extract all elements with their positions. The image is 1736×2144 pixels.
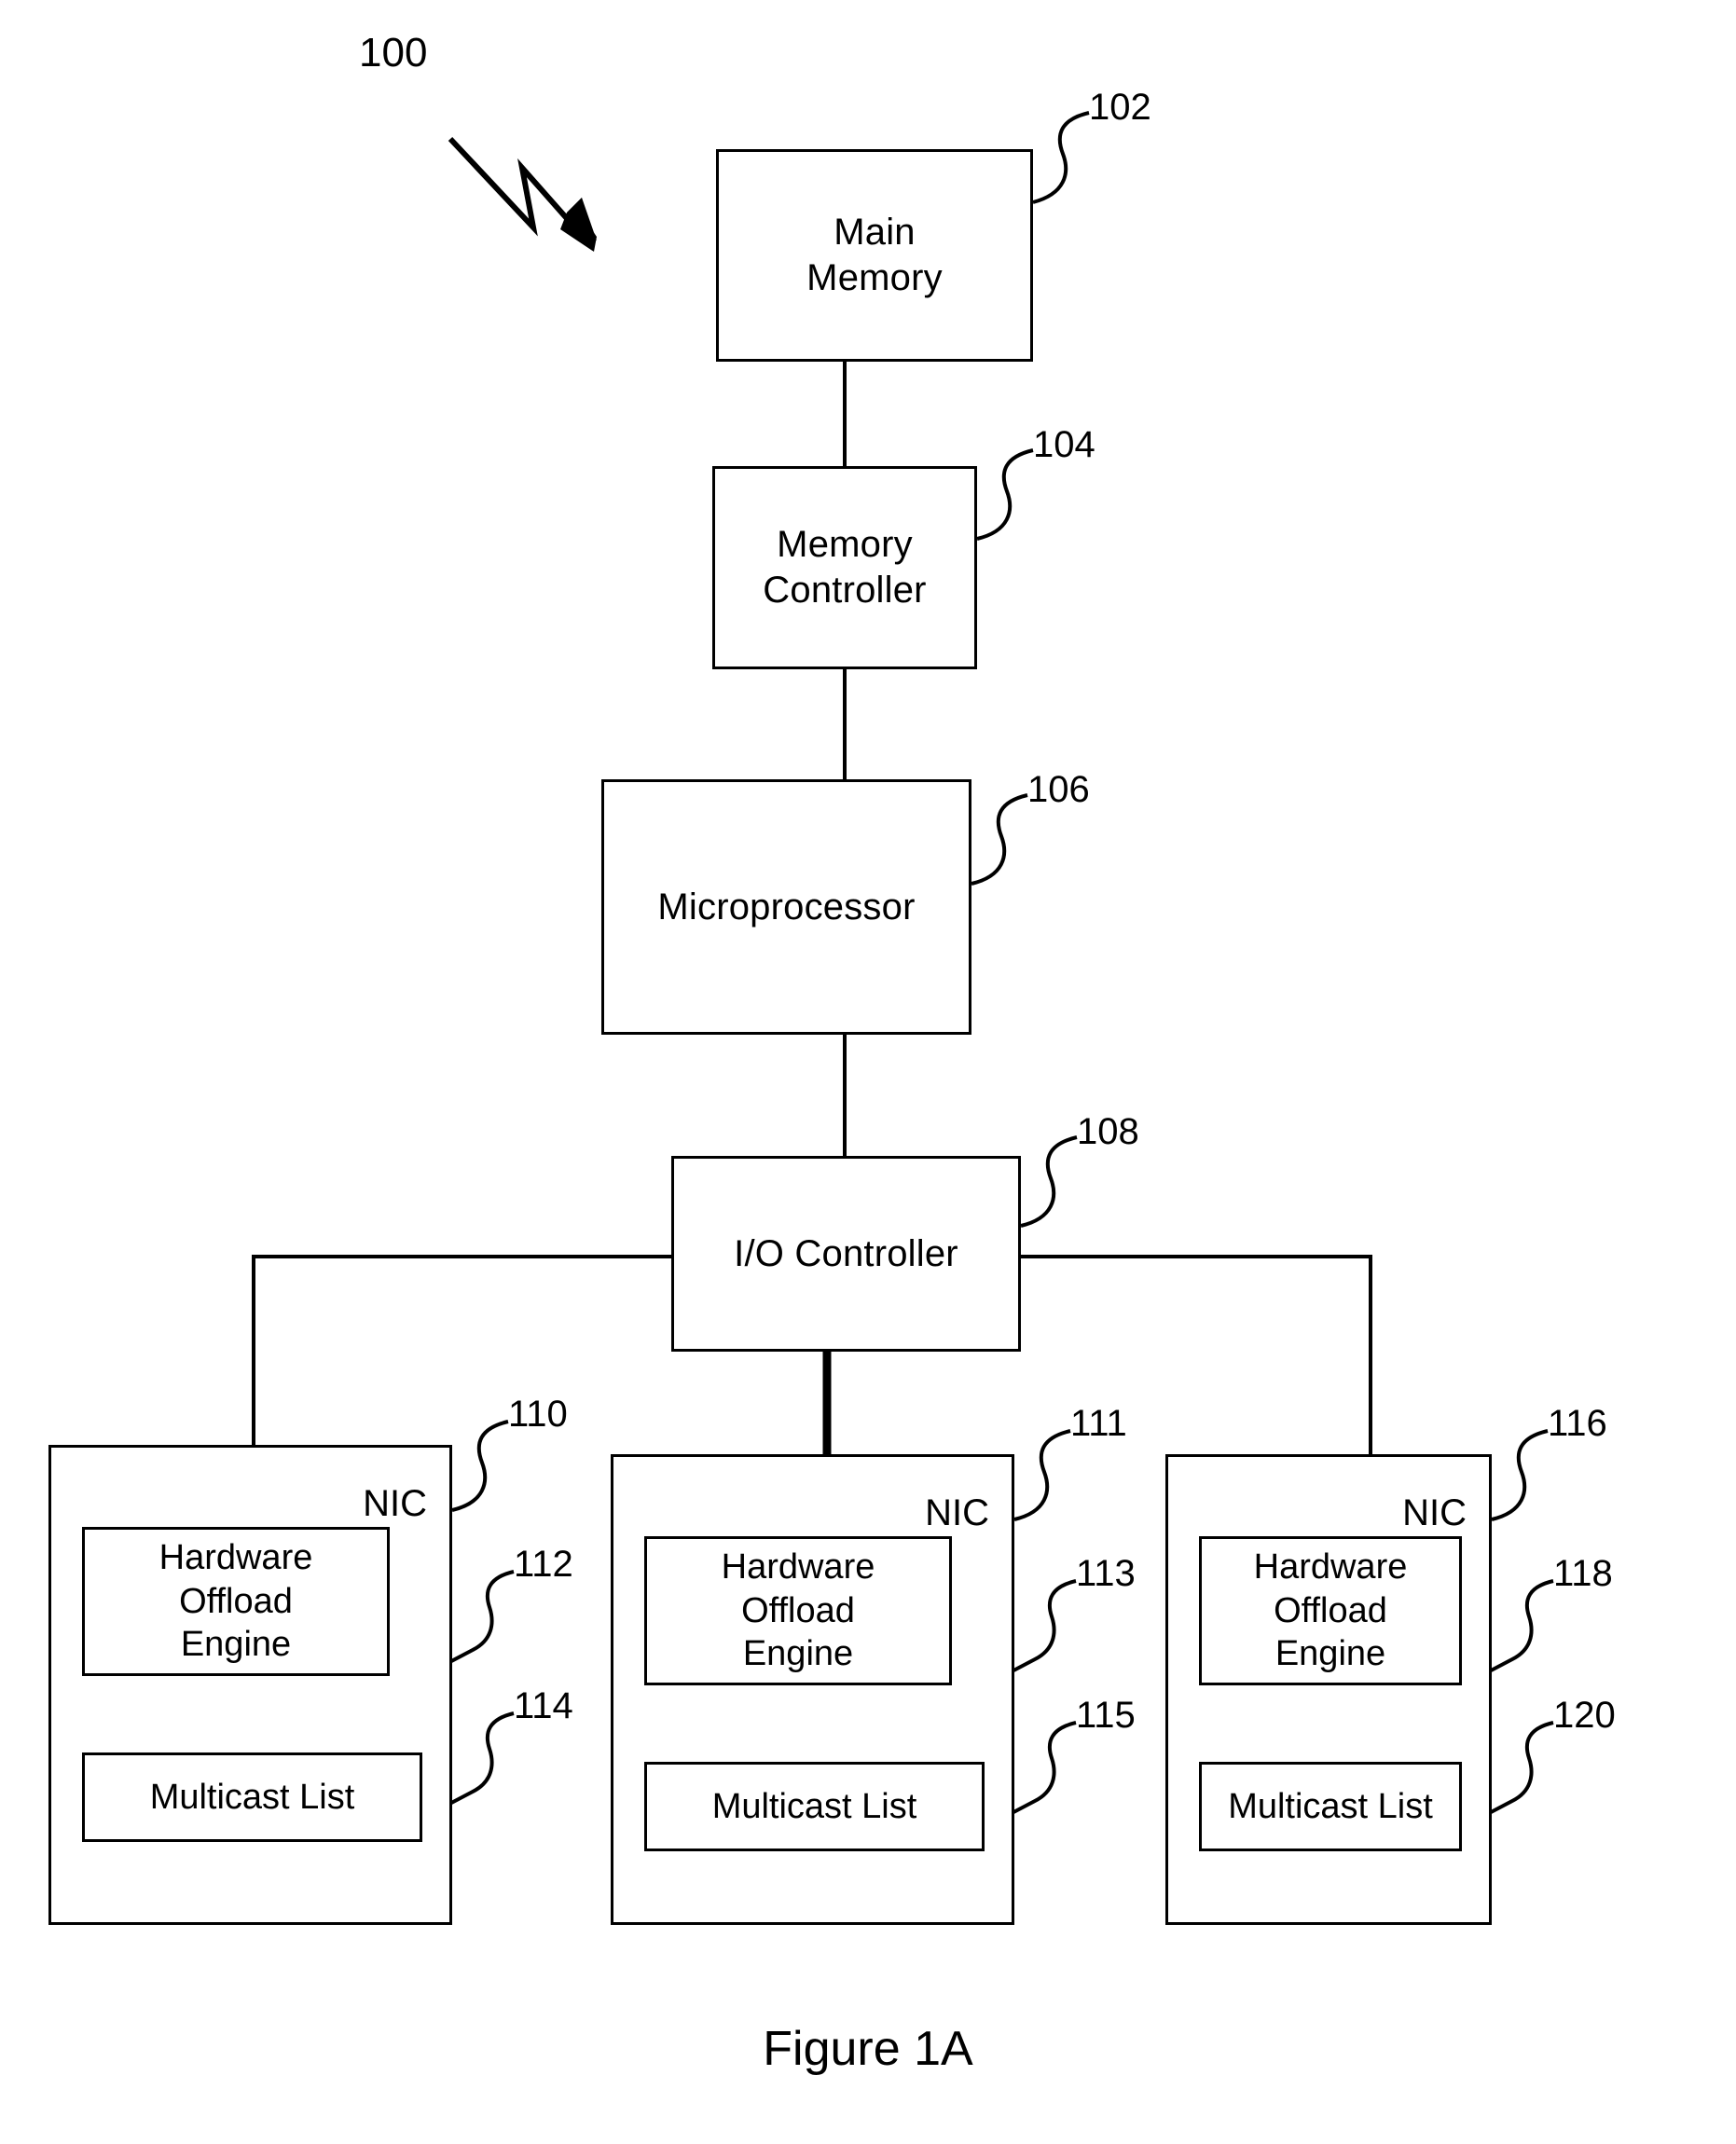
multicast-list-label-120: Multicast List <box>1228 1786 1433 1826</box>
ref-number-120: 120 <box>1553 1695 1616 1736</box>
multicast-list-box-114: Multicast List <box>82 1752 422 1842</box>
multicast-list-label-115: Multicast List <box>711 1786 917 1826</box>
leader-111 <box>1013 1429 1071 1521</box>
ref-number-116: 116 <box>1548 1403 1607 1444</box>
microprocessor-box: Microprocessor <box>601 779 971 1035</box>
hardware-offload-engine-label-113: Hardware Offload Engine <box>721 1547 875 1674</box>
nic-title-116: NIC <box>1402 1492 1467 1533</box>
multicast-list-label-114: Multicast List <box>149 1777 355 1817</box>
leader-116 <box>1491 1429 1549 1521</box>
leader-102 <box>1032 111 1090 204</box>
main-memory-box: Main Memory <box>716 149 1033 362</box>
leader-104 <box>976 448 1034 541</box>
nic-box-110: NIC Hardware Offload Engine Multicast Li… <box>48 1445 452 1925</box>
io-controller-label: I/O Controller <box>734 1232 958 1274</box>
leader-110 <box>451 1420 509 1512</box>
ref-number-102: 102 <box>1089 87 1151 128</box>
leader-106 <box>971 793 1028 886</box>
ref-number-106: 106 <box>1027 769 1090 810</box>
hardware-offload-engine-label-118: Hardware Offload Engine <box>1253 1547 1408 1674</box>
system-leader-line <box>448 136 581 237</box>
main-memory-label: Main Memory <box>806 212 943 298</box>
ref-number-118: 118 <box>1553 1553 1613 1594</box>
nic-title-110: NIC <box>363 1483 427 1524</box>
io-controller-box: I/O Controller <box>671 1156 1021 1352</box>
memory-controller-label: Memory Controller <box>763 524 927 611</box>
wire-io-controller-to-nic-110 <box>252 1255 671 1445</box>
hardware-offload-engine-box-112: Hardware Offload Engine <box>82 1527 390 1676</box>
ref-number-113: 113 <box>1076 1553 1136 1594</box>
hardware-offload-engine-label-112: Hardware Offload Engine <box>158 1538 313 1665</box>
system-leader-arrowhead <box>560 198 597 252</box>
ref-number-114: 114 <box>514 1685 573 1726</box>
patent-figure-1a: 100 Main Memory 102 Memory Controller 10… <box>0 0 1736 2144</box>
ref-number-110: 110 <box>508 1394 568 1435</box>
multicast-list-box-115: Multicast List <box>644 1762 985 1851</box>
leader-108 <box>1020 1135 1078 1228</box>
system-reference-number: 100 <box>359 30 428 76</box>
hardware-offload-engine-box-118: Hardware Offload Engine <box>1199 1536 1462 1685</box>
ref-number-104: 104 <box>1033 424 1095 465</box>
ref-number-111: 111 <box>1070 1403 1127 1444</box>
hardware-offload-engine-box-113: Hardware Offload Engine <box>644 1536 952 1685</box>
figure-caption: Figure 1A <box>763 2022 973 2076</box>
ref-number-112: 112 <box>514 1544 573 1585</box>
nic-title-111: NIC <box>925 1492 989 1533</box>
nic-box-111: NIC Hardware Offload Engine Multicast Li… <box>611 1454 1014 1925</box>
multicast-list-box-120: Multicast List <box>1199 1762 1462 1851</box>
nic-box-116: NIC Hardware Offload Engine Multicast Li… <box>1165 1454 1492 1925</box>
ref-number-115: 115 <box>1076 1695 1136 1736</box>
memory-controller-box: Memory Controller <box>712 466 977 669</box>
microprocessor-label: Microprocessor <box>657 886 916 928</box>
ref-number-108: 108 <box>1077 1111 1139 1152</box>
